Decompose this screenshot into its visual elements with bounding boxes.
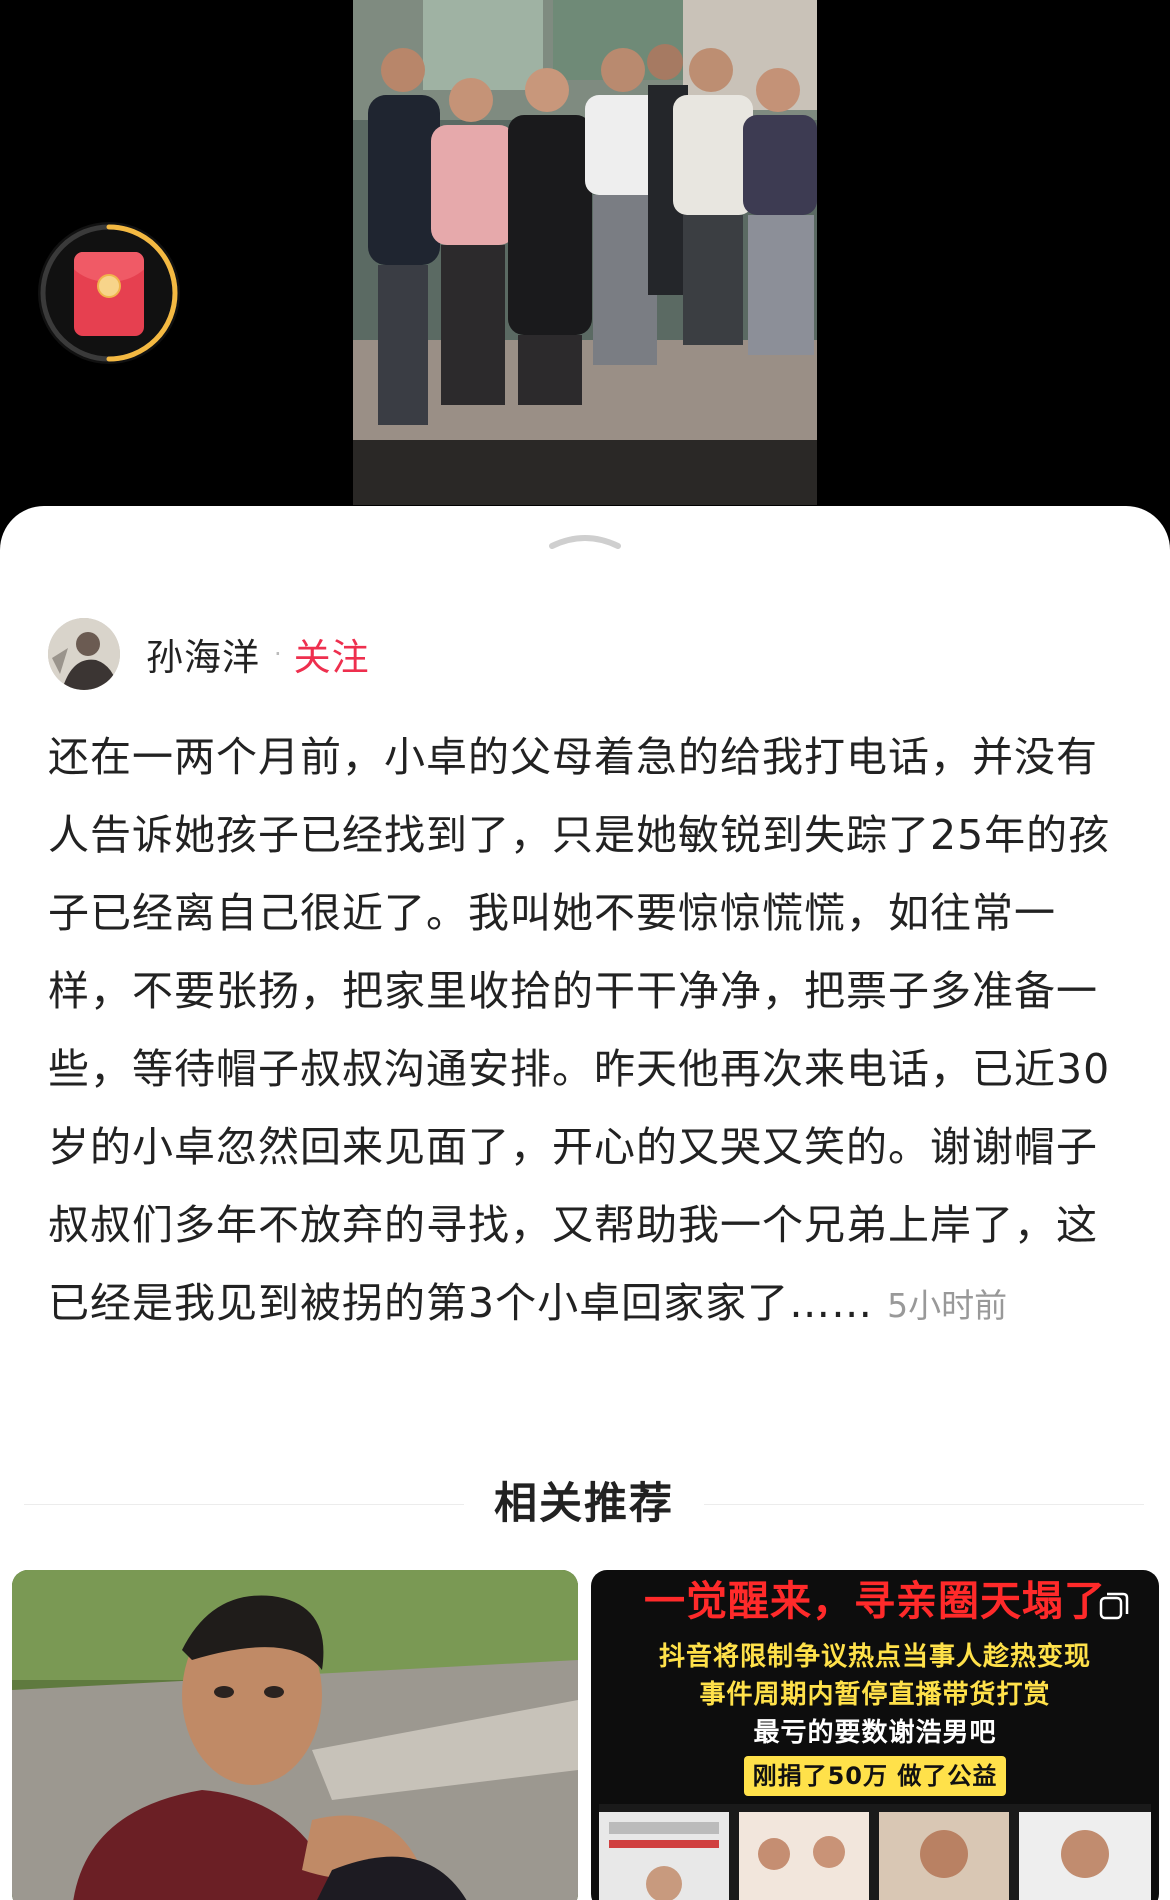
- avatar[interactable]: [48, 618, 120, 690]
- recommend-card-2[interactable]: 一觉醒来，寻亲圈天塌了 抖音将限制争议热点当事人趁热变现 事件周期内暂停直播带货…: [591, 1570, 1159, 1900]
- post-photo[interactable]: [353, 0, 817, 505]
- recommend-title: 相关推荐: [494, 1479, 674, 1529]
- follow-button[interactable]: 关注: [294, 627, 370, 681]
- group-photo-image: [353, 0, 817, 505]
- card-subtitle-1: 抖音将限制争议热点当事人趁热变现: [658, 1642, 1091, 1672]
- post-sheet: 孙海洋 · 关注 还在一两个月前，小卓的父母着急的给我打电话，并没有人告诉她孩子…: [0, 506, 1170, 1900]
- card-highlight-pill: 刚捐了50万 做了公益: [744, 1756, 1006, 1796]
- separator-dot: ·: [274, 640, 282, 668]
- card-headline: 一觉醒来，寻亲圈天塌了: [644, 1577, 1106, 1625]
- recommend-card-1[interactable]: [12, 1570, 578, 1900]
- post-detail-screen: 孙海洋 · 关注 还在一两个月前，小卓的父母着急的给我打电话，并没有人告诉她孩子…: [0, 0, 1170, 1900]
- post-content: 还在一两个月前，小卓的父母着急的给我打电话，并没有人告诉她孩子已经找到了，只是她…: [48, 733, 1111, 1327]
- avatar-image: [48, 618, 120, 690]
- chevron-up-icon[interactable]: [548, 528, 622, 550]
- post-time: 5小时前: [887, 1286, 1008, 1325]
- red-packet-widget[interactable]: [38, 222, 180, 364]
- card-subtitle-2: 事件周期内暂停直播带货打赏: [699, 1680, 1051, 1710]
- card-collage-image: [599, 1804, 1151, 1900]
- author-name[interactable]: 孙海洋: [146, 627, 260, 681]
- collection-icon: [1099, 1592, 1129, 1620]
- media-viewer[interactable]: [0, 0, 1170, 520]
- post-body: 还在一两个月前，小卓的父母着急的给我打电话，并没有人告诉她孩子已经找到了，只是她…: [48, 718, 1124, 1345]
- card-subtitle-3: 最亏的要数谢浩男吧: [753, 1718, 997, 1748]
- recommend-header: 相关推荐: [24, 1476, 1144, 1532]
- author-row: 孙海洋 · 关注: [48, 618, 370, 690]
- card-thumbnail: [12, 1570, 578, 1900]
- red-packet-icon: [74, 252, 144, 336]
